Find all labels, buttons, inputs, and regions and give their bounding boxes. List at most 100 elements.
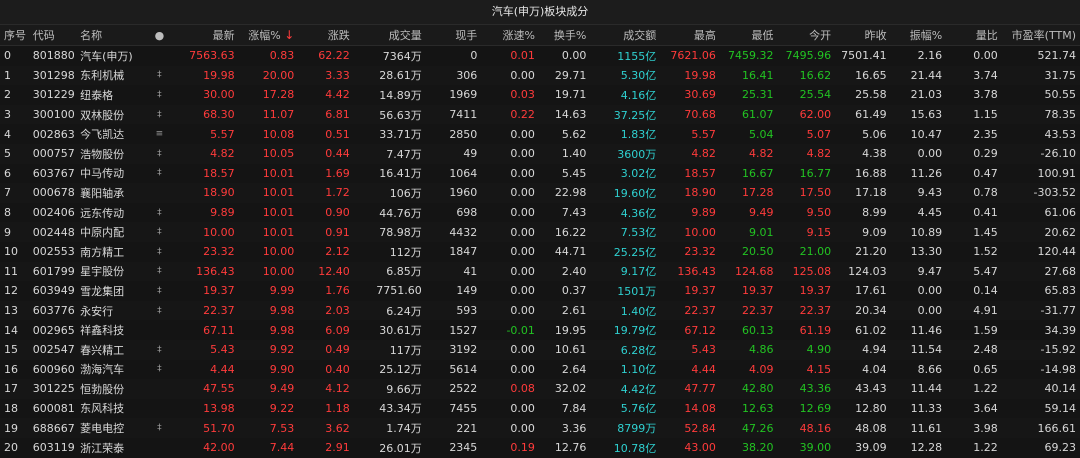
row-last: 47.55 — [203, 382, 235, 396]
table-row[interactable]: 9 002448 中原内配 ‡ 10.00 10.01 0.91 78.98万 4432 0.00… — [0, 222, 1080, 242]
col-header-high[interactable]: 最高 — [660, 25, 720, 46]
row-open: 12.69 — [799, 401, 832, 415]
col-header-speed[interactable]: 涨速% — [481, 25, 539, 46]
row-prev: 8.99 — [862, 206, 887, 220]
col-header-low[interactable]: 最低 — [719, 25, 778, 46]
col-header-volume-ratio[interactable]: 量比 — [946, 25, 1002, 46]
row-code: 601799 — [32, 264, 75, 278]
row-chg: 62.22 — [318, 49, 350, 63]
row-name: 祥鑫科技 — [80, 324, 125, 338]
col-header-chg[interactable]: 涨跌 — [298, 25, 354, 46]
row-prev: 5.06 — [862, 127, 887, 141]
table-row[interactable]: 7 000678 襄阳轴承 18.90 10.01 1.72 106万 1960 0.00 22.… — [0, 183, 1080, 203]
col-header-amount[interactable]: 成交额 — [590, 25, 661, 46]
table-row[interactable]: 20 603119 浙江荣泰 42.00 7.44 2.91 26.01万 2345 0.19 1… — [0, 438, 1080, 458]
row-pct: 10.01 — [262, 225, 295, 239]
row-current: 1064 — [449, 166, 478, 180]
table-row[interactable]: 6 603767 中马传动 ‡ 18.57 10.01 1.69 16.41万 1064 0.00… — [0, 164, 1080, 184]
row-index: 7 — [4, 186, 11, 200]
row-volume: 26.01万 — [379, 441, 422, 455]
col-header-volume[interactable]: 成交量 — [353, 25, 426, 46]
row-open: 5.07 — [806, 127, 832, 141]
row-high: 14.08 — [684, 401, 716, 415]
row-name: 雪龙集团 — [80, 284, 125, 298]
row-name: 星宇股份 — [80, 265, 125, 279]
row-flag-icon: ‡ — [157, 168, 162, 179]
col-header-prev[interactable]: 昨收 — [835, 25, 891, 46]
row-volume-ratio: 1.45 — [973, 225, 998, 239]
row-pe: 100.91 — [1037, 166, 1077, 180]
table-row[interactable]: 15 002547 春兴精工 ‡ 5.43 9.92 0.49 117万 3192 0.00 10.… — [0, 339, 1080, 360]
row-last: 68.30 — [203, 108, 235, 122]
row-amplitude: 10.47 — [910, 127, 943, 141]
table-row[interactable]: 0 801880 汽车(申万) 7563.63 0.83 62.22 7364万 0 0.01 0… — [0, 46, 1080, 66]
row-index: 19 — [4, 421, 18, 435]
row-chg: 1.72 — [325, 186, 350, 200]
col-header-turnover[interactable]: 换手% — [538, 25, 591, 46]
col-header-pct[interactable]: 涨幅% ↓ — [238, 25, 299, 46]
row-low: 124.68 — [735, 264, 774, 278]
row-low: 9.49 — [749, 206, 774, 220]
row-high: 19.98 — [684, 68, 716, 82]
table-row[interactable]: 13 603776 永安行 ‡ 22.37 9.98 2.03 6.24万 593 0.00 2.6… — [0, 300, 1080, 321]
row-low: 22.37 — [742, 304, 774, 318]
col-header-name[interactable]: 名称 — [76, 25, 144, 46]
row-name: 菱电电控 — [80, 422, 125, 436]
row-speed: 0.00 — [510, 362, 535, 376]
table-row[interactable]: 17 301225 恒勃股份 47.55 9.49 4.12 9.66万 2522 0.08 32… — [0, 379, 1080, 399]
row-high: 30.69 — [684, 88, 716, 102]
row-pct: 10.01 — [262, 186, 295, 200]
row-turnover: 2.64 — [561, 362, 587, 376]
row-low: 61.07 — [742, 108, 774, 122]
row-pe: 69.23 — [1044, 441, 1077, 455]
table-row[interactable]: 11 601799 星宇股份 ‡ 136.43 10.00 12.40 6.85万 41 0.00… — [0, 261, 1080, 282]
row-low: 9.01 — [749, 225, 774, 239]
row-pct: 9.22 — [269, 401, 295, 415]
col-header-open[interactable]: 今开 — [777, 25, 836, 46]
row-amount: 10.78亿 — [613, 441, 657, 455]
row-pct: 9.49 — [269, 382, 295, 396]
table-row[interactable]: 3 300100 双林股份 ‡ 68.30 11.07 6.81 56.63万 7411 0.22… — [0, 104, 1080, 125]
row-pe: 20.62 — [1044, 225, 1077, 239]
table-row[interactable]: 1 301298 东利机械 ‡ 19.98 20.00 3.33 28.61万 306 0.00 2… — [0, 65, 1080, 86]
row-flag-icon — [144, 320, 175, 340]
table-row[interactable]: 16 600960 渤海汽车 ‡ 4.44 9.90 0.40 25.12万 5614 0.00 2… — [0, 360, 1080, 380]
row-code: 301298 — [32, 68, 75, 82]
row-pe: 65.83 — [1044, 284, 1077, 298]
row-flag-icon — [144, 183, 175, 203]
col-header-last[interactable]: 最新 — [174, 25, 239, 46]
table-row[interactable]: 12 603949 雪龙集团 ‡ 19.37 9.99 1.76 7751.60 149 0.00… — [0, 281, 1080, 301]
row-volume: 44.76万 — [379, 206, 422, 220]
table-row[interactable]: 8 002406 远东传动 ‡ 9.89 10.01 0.90 44.76万 698 0.00 7.… — [0, 203, 1080, 223]
row-prev: 9.09 — [862, 225, 887, 239]
constituents-table: 序号 代码 名称 ● 最新 涨幅% ↓ 涨跌 成交量 现手 涨速% 换手% 成交… — [0, 25, 1080, 457]
row-turnover: 14.63 — [554, 108, 587, 122]
col-header-amplitude[interactable]: 振幅% — [890, 25, 947, 46]
row-prev: 7501.41 — [841, 49, 887, 63]
row-code: 300100 — [32, 108, 75, 122]
row-flag-icon: ‡ — [157, 266, 162, 277]
table-row[interactable]: 2 301229 纽泰格 ‡ 30.00 17.28 4.42 14.89万 1969 0.03 1… — [0, 85, 1080, 105]
row-high: 136.43 — [677, 264, 716, 278]
table-row[interactable]: 19 688667 菱电电控 ‡ 51.70 7.53 3.62 1.74万 221 0.00 3.… — [0, 418, 1080, 438]
row-amount: 3.02亿 — [620, 167, 657, 181]
row-speed: 0.00 — [510, 304, 535, 318]
row-turnover: 1.40 — [561, 147, 587, 161]
col-header-pe[interactable]: 市盈率(TTM) — [1001, 25, 1080, 46]
col-header-current[interactable]: 现手 — [425, 25, 482, 46]
row-chg: 2.12 — [325, 245, 350, 259]
table-row[interactable]: 10 002553 南方精工 ‡ 23.32 10.00 2.12 112万 1847 0.00 4… — [0, 242, 1080, 262]
row-amplitude: 11.46 — [910, 323, 943, 337]
col-header-flag[interactable]: ● — [143, 25, 175, 46]
row-last: 13.98 — [203, 401, 235, 415]
table-row[interactable]: 4 002863 今飞凯达 ≡ 5.57 10.08 0.51 33.71万 2850 0.00 5… — [0, 124, 1080, 144]
table-row[interactable]: 18 600081 东风科技 13.98 9.22 1.18 43.34万 7455 0.00 7… — [0, 399, 1080, 419]
col-header-index[interactable]: 序号 — [0, 25, 29, 46]
row-code: 603776 — [32, 304, 75, 318]
table-row[interactable]: 14 002965 祥鑫科技 67.11 9.98 6.09 30.61万 1527 -0.01… — [0, 320, 1080, 340]
row-amount: 25.25亿 — [613, 245, 657, 259]
col-header-code[interactable]: 代码 — [28, 25, 77, 46]
panel-title: 汽车(申万)板块成分 — [0, 0, 1080, 25]
table-row[interactable]: 5 000757 浩物股份 ‡ 4.82 10.05 0.44 7.47万 49 0.00 1.40… — [0, 143, 1080, 164]
row-current: 7455 — [449, 401, 478, 415]
